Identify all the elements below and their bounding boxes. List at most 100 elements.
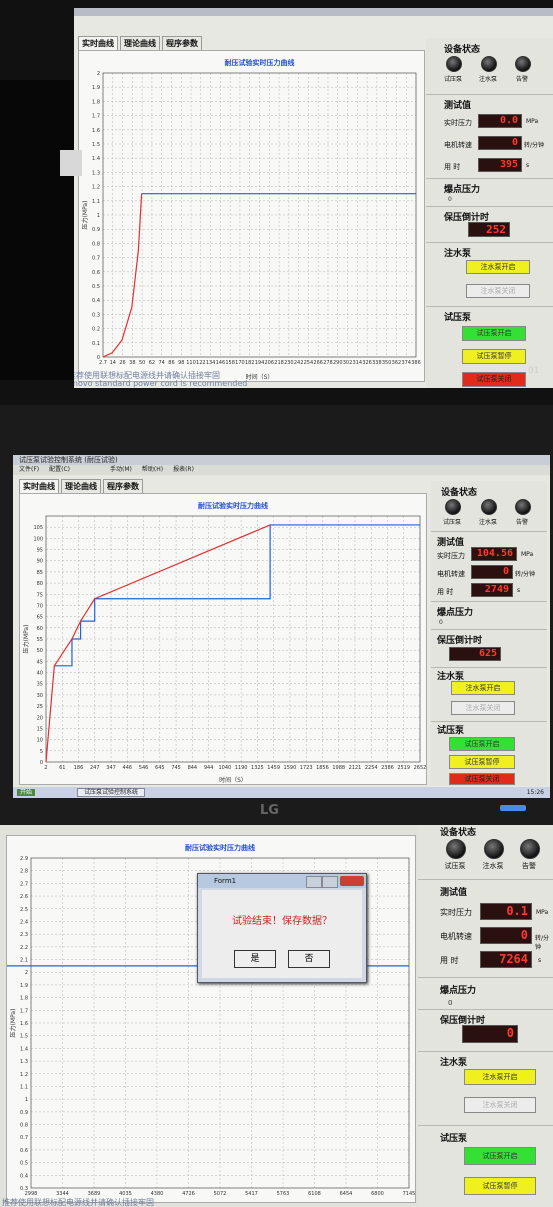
device-status-title: 设备状态 bbox=[444, 45, 481, 55]
lamp-label: 告警 bbox=[515, 519, 528, 526]
pressure-display: 0.1 bbox=[480, 903, 532, 920]
x-tick-label: 5072 bbox=[214, 1191, 227, 1197]
test-pump-on-button[interactable]: 试压泵开启 bbox=[462, 326, 526, 341]
test-pump-lamp-icon bbox=[446, 56, 462, 72]
burst-title: 爆点压力 bbox=[437, 608, 474, 618]
menu-report[interactable]: 报表(R) bbox=[173, 465, 194, 475]
speed-label: 电机转速 bbox=[437, 570, 465, 578]
x-tick-label: 2519 bbox=[397, 765, 410, 771]
x-tick-label: 254 bbox=[304, 360, 314, 366]
x-tick-label: 6800 bbox=[371, 1191, 384, 1197]
tab-params[interactable]: 程序参数 bbox=[103, 479, 143, 493]
photo-1: 实时曲线 理论曲线 程序参数 耐压试验实时压力曲线 0 0.1 0.2 0.3 0.4 0.… bbox=[0, 0, 553, 405]
x-tick-label: 844 bbox=[188, 765, 198, 771]
y-tick-label: 2.6 bbox=[20, 894, 28, 900]
x-tick-label: 146 bbox=[216, 360, 226, 366]
tab-realtime[interactable]: 实时曲线 bbox=[19, 479, 59, 493]
water-pump-on-button[interactable]: 注水泵开启 bbox=[466, 260, 530, 274]
lamp-label: 试压泵 bbox=[444, 862, 466, 870]
test-pump-off-button[interactable]: 试压泵关闭 bbox=[449, 773, 515, 785]
x-tick-label: 230 bbox=[284, 360, 294, 366]
y-tick-label: 50 bbox=[37, 648, 43, 654]
speed-display: 0 bbox=[478, 136, 522, 150]
close-icon[interactable] bbox=[340, 876, 364, 886]
no-button[interactable]: 否 bbox=[288, 950, 330, 968]
water-pump-off-button[interactable]: 注水泵关闭 bbox=[464, 1097, 536, 1113]
time-display: 395 bbox=[478, 158, 522, 172]
y-tick-label: 0.4 bbox=[92, 298, 100, 304]
lamp-label: 告警 bbox=[515, 76, 528, 83]
x-tick-label: 1459 bbox=[267, 765, 280, 771]
window-title: 试压泵试验控制系统 (耐压试验) bbox=[19, 456, 118, 464]
y-tick-label: 2.4 bbox=[20, 919, 28, 925]
taskbar: 开始 试压泵试验控制系统 15:26 bbox=[13, 787, 550, 798]
tab-theory[interactable]: 理论曲线 bbox=[120, 36, 160, 50]
burst-title: 爆点压力 bbox=[444, 185, 481, 195]
y-tick-label: 75 bbox=[37, 592, 43, 598]
menu-file[interactable]: 文件(F) bbox=[19, 465, 39, 475]
yes-button[interactable]: 是 bbox=[234, 950, 276, 968]
restore-icon[interactable] bbox=[322, 876, 338, 888]
start-button[interactable]: 开始 bbox=[17, 789, 36, 796]
menu-help[interactable]: 帮助(H) bbox=[142, 465, 163, 475]
test-pump-on-button[interactable]: 试压泵开启 bbox=[464, 1147, 536, 1165]
y-tick-label: 0.8 bbox=[20, 1123, 28, 1129]
maximize-icon[interactable] bbox=[306, 876, 322, 888]
x-tick-label: 944 bbox=[204, 765, 214, 771]
y-tick-label: 1.5 bbox=[92, 142, 100, 148]
test-pump-on-button[interactable]: 试压泵开启 bbox=[449, 737, 515, 751]
tab-params[interactable]: 程序参数 bbox=[162, 36, 202, 50]
divider bbox=[431, 629, 547, 630]
measure-title: 测试值 bbox=[444, 101, 472, 111]
y-tick-label: 45 bbox=[37, 659, 43, 665]
x-tick-label: 314 bbox=[353, 360, 363, 366]
water-pump-off-button[interactable]: 注水泵关闭 bbox=[451, 701, 515, 715]
chart-title: 耐压试验实时压力曲线 bbox=[198, 501, 268, 510]
menu-manual[interactable]: 手动(M) bbox=[110, 465, 132, 475]
screen-1: 实时曲线 理论曲线 程序参数 耐压试验实时压力曲线 0 0.1 0.2 0.3 0.4 0.… bbox=[74, 8, 553, 388]
taskbar-clock: 15:26 bbox=[526, 789, 544, 796]
test-pump-pause-button[interactable]: 试压泵暂停 bbox=[464, 1177, 536, 1195]
y-axis-label: 压力(MPa) bbox=[9, 1009, 17, 1038]
alarm-lamp-icon bbox=[515, 499, 531, 515]
divider bbox=[431, 721, 547, 722]
time-label: 用 时 bbox=[444, 163, 461, 171]
y-tick-label: 2.1 bbox=[20, 958, 28, 964]
y-tick-label: 1 bbox=[97, 213, 100, 219]
tab-theory[interactable]: 理论曲线 bbox=[61, 479, 101, 493]
divider bbox=[418, 879, 553, 880]
time-display: 2749 bbox=[471, 583, 513, 597]
control-panel: 设备状态 试压泵 注水泵 告警 测试值 实时压力 0.1 MPa 电机转速 0 … bbox=[418, 825, 553, 1207]
menu-config[interactable]: 配置(C) bbox=[49, 465, 70, 475]
x-tick-label: 4726 bbox=[182, 1191, 195, 1197]
x-axis-label: 时间（S） bbox=[219, 776, 247, 784]
lamp-label: 注水泵 bbox=[478, 76, 497, 83]
pressure-chart: 耐压试验实时压力曲线 0 0.1 0.2 0.3 0.4 0.5 0.6 0.7 0.8 0.9 1 1… bbox=[78, 50, 425, 382]
menu-bar: 文件(F) 配置(C) 手动(M) 帮助(H) 报表(R) bbox=[13, 465, 550, 475]
taskbar-app[interactable]: 试压泵试验控制系统 bbox=[76, 788, 145, 797]
y-tick-label: 30 bbox=[37, 693, 43, 699]
water-pump-off-button[interactable]: 注水泵关闭 bbox=[466, 284, 530, 298]
test-pump-lamp-icon bbox=[445, 499, 461, 515]
series-line-0 bbox=[7, 965, 409, 967]
water-pump-title: 注水泵 bbox=[444, 249, 472, 259]
divider bbox=[431, 601, 547, 602]
x-tick-label: 350 bbox=[382, 360, 392, 366]
y-tick-label: 2.7 bbox=[20, 881, 28, 887]
y-tick-label: 1.4 bbox=[92, 156, 100, 162]
y-tick-label: 60 bbox=[37, 626, 43, 632]
dialog-title-bar: Form1 bbox=[198, 874, 366, 888]
y-tick-label: 1.1 bbox=[20, 1084, 28, 1090]
water-pump-on-button[interactable]: 注水泵开启 bbox=[451, 681, 515, 695]
lamp-label: 注水泵 bbox=[482, 862, 504, 870]
y-tick-label: 0.2 bbox=[92, 327, 100, 333]
y-tick-label: 35 bbox=[37, 682, 43, 688]
water-pump-on-button[interactable]: 注水泵开启 bbox=[464, 1069, 536, 1085]
y-tick-label: 0.4 bbox=[20, 1173, 28, 1179]
chart-title: 耐压试验实时压力曲线 bbox=[225, 58, 295, 67]
lamp-label: 注水泵 bbox=[478, 519, 497, 526]
tab-realtime[interactable]: 实时曲线 bbox=[78, 36, 118, 50]
test-pump-pause-button[interactable]: 试压泵暂停 bbox=[462, 349, 526, 364]
test-pump-pause-button[interactable]: 试压泵暂停 bbox=[449, 755, 515, 769]
test-pump-off-button[interactable]: 试压泵关闭 bbox=[462, 372, 526, 387]
